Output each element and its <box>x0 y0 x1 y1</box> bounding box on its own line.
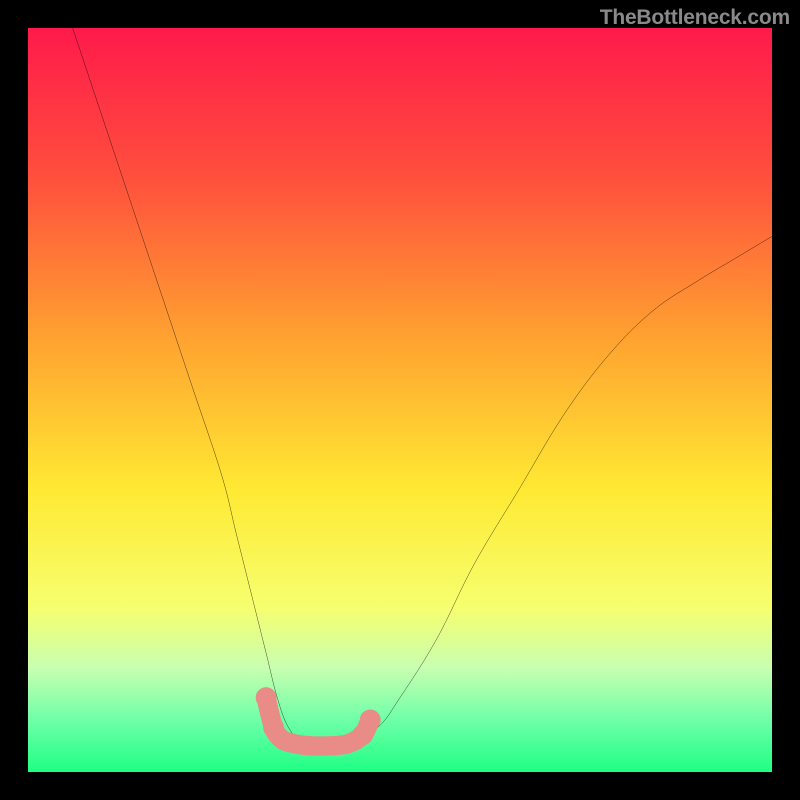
bottleneck-curve <box>73 28 772 746</box>
outer-frame: TheBottleneck.com <box>0 0 800 800</box>
watermark-text: TheBottleneck.com <box>600 6 790 30</box>
chart-curves <box>28 28 772 772</box>
plot-area <box>28 28 772 772</box>
